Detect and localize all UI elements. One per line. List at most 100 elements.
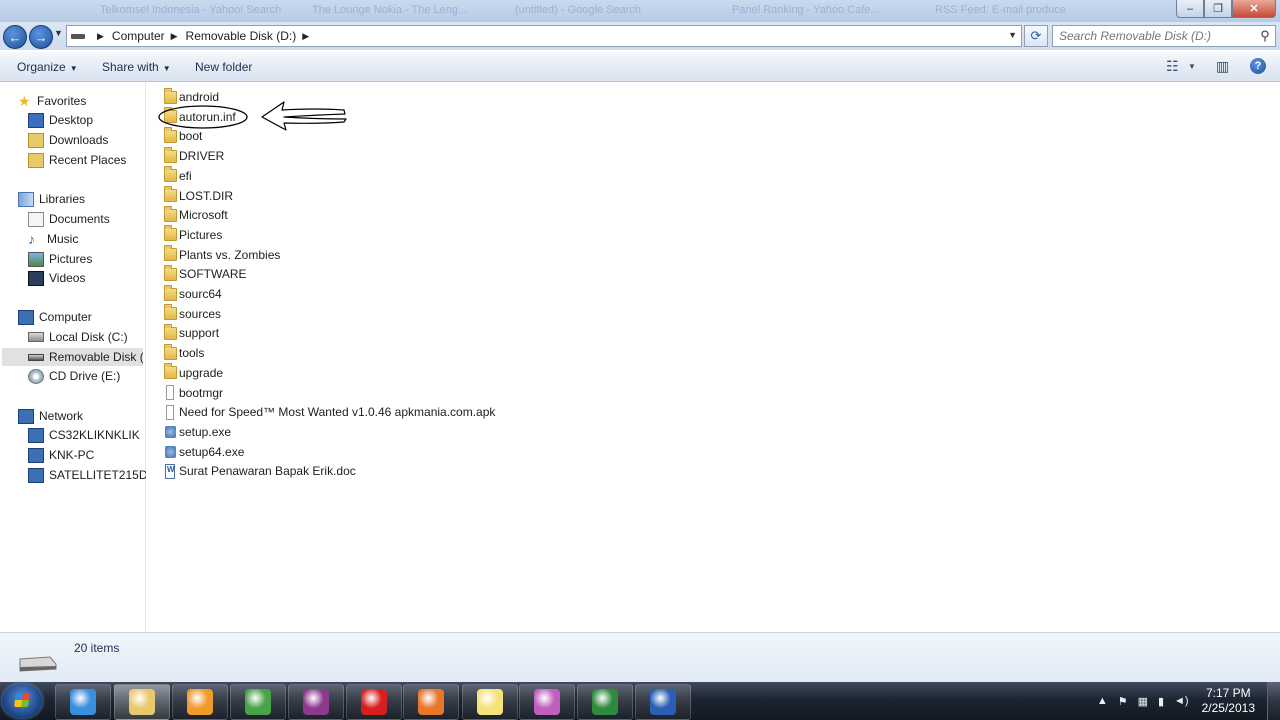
start-button[interactable] <box>2 684 42 718</box>
address-row: ← → ▼ ▶ Computer ▶ Removable Disk (D:) ▶… <box>0 22 1280 50</box>
breadcrumb-removable-disk[interactable]: Removable Disk (D:) <box>186 29 297 43</box>
folder-icon <box>164 264 177 281</box>
file-row[interactable]: DRIVER <box>164 146 224 165</box>
nav-item-recent-places[interactable]: Recent Places <box>28 151 126 169</box>
taskbar-messenger-button[interactable] <box>519 684 575 720</box>
file-name: autorun.inf <box>179 109 236 124</box>
show-hidden-icons-icon[interactable]: ▲ <box>1097 695 1108 707</box>
word-icon <box>650 689 676 715</box>
organize-button[interactable]: Organize ▼ <box>17 60 78 74</box>
address-bar[interactable]: ▶ Computer ▶ Removable Disk (D:) ▶ ▼ <box>66 25 1022 47</box>
nav-item-pictures[interactable]: Pictures <box>28 250 92 268</box>
share-with-button[interactable]: Share with ▼ <box>102 60 171 74</box>
new-folder-button[interactable]: New folder <box>195 60 252 74</box>
nav-item-local-disk[interactable]: Local Disk (C:) <box>28 328 128 346</box>
file-row[interactable]: Need for Speed™ Most Wanted v1.0.46 apkm… <box>164 403 495 421</box>
close-button[interactable]: ✕ <box>1232 0 1276 18</box>
chevron-right-icon[interactable]: ▶ <box>171 31 178 42</box>
file-row[interactable]: setup64.exe <box>164 443 244 461</box>
breadcrumb-computer[interactable]: Computer <box>112 29 165 43</box>
file-row[interactable]: tools <box>164 343 204 362</box>
taskbar-sticky-notes-button[interactable] <box>462 684 518 720</box>
nav-item-music[interactable]: ♪ Music <box>28 230 78 248</box>
taskbar-media-player-button[interactable] <box>172 684 228 720</box>
opera-icon <box>361 689 387 715</box>
taskbar-excel-button[interactable] <box>577 684 633 720</box>
file-row[interactable]: sourc64 <box>164 284 222 303</box>
taskbar-firefox-button[interactable] <box>403 684 459 720</box>
network-tray-icon[interactable]: ▦ <box>1138 695 1148 708</box>
nav-item-removable-disk[interactable]: Removable Disk (D:) <box>2 348 143 366</box>
taskbar-chrome-button[interactable] <box>230 684 286 720</box>
nav-item-cd-drive[interactable]: CD Drive (E:) <box>28 367 120 385</box>
search-icon[interactable]: ⚲ <box>1255 28 1275 44</box>
forward-button[interactable]: → <box>29 25 53 49</box>
show-desktop-button[interactable] <box>1267 682 1280 720</box>
recent-pages-dropdown[interactable]: ▼ <box>54 28 63 38</box>
folder-icon <box>164 146 177 163</box>
file-row[interactable]: LOST.DIR <box>164 186 233 205</box>
preview-pane-icon[interactable]: ▥ <box>1216 58 1229 75</box>
nav-label: CD Drive (E:) <box>49 369 121 383</box>
chevron-right-icon[interactable]: ▶ <box>302 31 309 42</box>
media-player-icon <box>187 689 213 715</box>
search-input[interactable] <box>1053 28 1255 44</box>
clock[interactable]: 7:17 PM 2/25/2013 <box>1202 686 1255 716</box>
file-row[interactable]: Pictures <box>164 225 222 244</box>
chevron-right-icon[interactable]: ▶ <box>97 31 104 42</box>
file-row[interactable]: efi <box>164 166 192 185</box>
file-row[interactable]: Plants vs. Zombies <box>164 245 280 264</box>
chevron-down-icon[interactable]: ▼ <box>1188 62 1196 71</box>
help-icon[interactable]: ? <box>1250 58 1266 74</box>
downloads-icon <box>28 132 44 148</box>
refresh-button[interactable]: ⟳ <box>1024 25 1048 47</box>
nav-item-downloads[interactable]: Downloads <box>28 131 108 149</box>
address-dropdown-icon[interactable]: ▼ <box>1008 30 1017 40</box>
taskbar-word-button[interactable] <box>635 684 691 720</box>
search-box[interactable]: ⚲ <box>1052 25 1276 47</box>
file-row[interactable]: autorun.inf <box>164 107 236 126</box>
view-options-icon[interactable]: ☷ <box>1166 58 1179 75</box>
nav-item-documents[interactable]: Documents <box>28 210 110 228</box>
file-row[interactable]: boot <box>164 126 202 145</box>
file-row[interactable]: Surat Penawaran Bapak Erik.doc <box>164 462 356 480</box>
taskbar-windows-explorer-button[interactable] <box>114 684 170 720</box>
taskbar-opera-button[interactable] <box>346 684 402 720</box>
nav-computer[interactable]: Computer <box>18 308 92 326</box>
nav-libraries[interactable]: Libraries <box>18 190 85 208</box>
nav-item-network-pc[interactable]: KNK-PC <box>28 446 94 464</box>
file-row[interactable]: android <box>164 87 219 106</box>
network-computer-icon <box>28 427 44 443</box>
folder-icon <box>164 323 177 340</box>
sticky-notes-icon <box>477 689 503 715</box>
file-row[interactable]: sources <box>164 304 221 323</box>
nav-item-network-pc[interactable]: CS32KLIKNKLIK <box>28 426 140 444</box>
file-row[interactable]: SOFTWARE <box>164 264 247 283</box>
file-row[interactable]: Microsoft <box>164 205 228 224</box>
file-icon-wrap <box>164 425 179 438</box>
file-row[interactable]: setup.exe <box>164 423 231 441</box>
file-icon-wrap <box>164 87 179 104</box>
nav-item-videos[interactable]: Videos <box>28 269 85 287</box>
flag-icon[interactable]: ⚑ <box>1118 695 1128 708</box>
back-button[interactable]: ← <box>3 25 27 49</box>
taskbar-internet-explorer-button[interactable] <box>55 684 111 720</box>
power-icon[interactable]: ▮ <box>1158 695 1164 708</box>
nav-item-network-pc[interactable]: SATELLITET215D <box>28 466 147 484</box>
taskbar-winrar-button[interactable] <box>288 684 344 720</box>
nav-favorites[interactable]: ★ Favorites <box>18 92 86 110</box>
nav-network[interactable]: Network <box>18 407 83 425</box>
hard-drive-icon <box>28 332 44 342</box>
recent-places-icon <box>28 152 44 168</box>
file-row[interactable]: support <box>164 323 219 342</box>
maximize-button[interactable]: ❐ <box>1204 0 1232 18</box>
nav-item-desktop[interactable]: Desktop <box>28 111 93 129</box>
file-row[interactable]: upgrade <box>164 363 223 382</box>
nav-label: Network <box>39 409 84 423</box>
file-row[interactable]: bootmgr <box>164 384 223 402</box>
background-tab: RSS Feed: E-mail produce <box>935 4 1066 16</box>
volume-icon[interactable]: ◄) <box>1174 695 1189 707</box>
minimize-button[interactable]: – <box>1176 0 1204 18</box>
file-name: Microsoft <box>179 208 228 223</box>
file-name: Need for Speed™ Most Wanted v1.0.46 apkm… <box>179 405 496 420</box>
